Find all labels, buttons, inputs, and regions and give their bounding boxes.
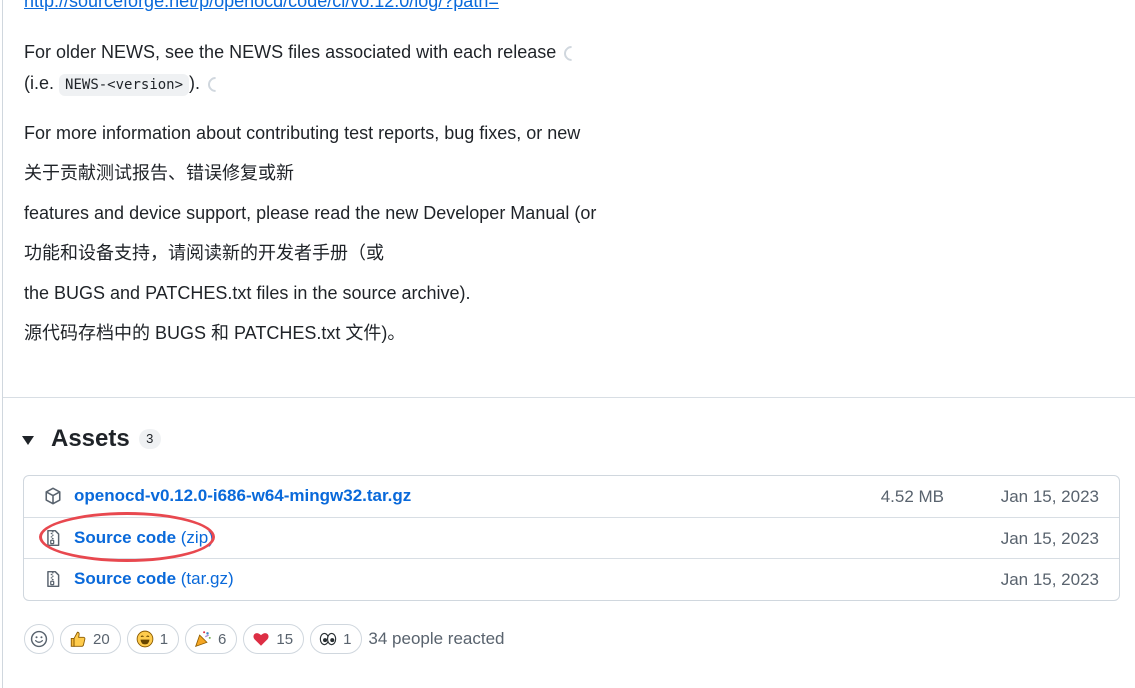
section-divider [3, 397, 1135, 398]
smiley-icon [30, 630, 48, 648]
asset-date: Jan 15, 2023 [1000, 487, 1099, 506]
loading-spinner-icon [561, 42, 583, 64]
eyes-icon [319, 632, 337, 646]
source-code-targz-link[interactable]: Source code (tar.gz) [74, 569, 234, 589]
assets-list: openocd-v0.12.0-i686-w64-mingw32.tar.gz … [23, 475, 1120, 601]
news-suffix: ). [189, 73, 201, 93]
news-version-code: NEWS-<version> [59, 74, 190, 96]
package-icon [45, 487, 61, 505]
asset-date: Jan 15, 2023 [1000, 570, 1099, 589]
reactions-bar: 20 1 6 15 1 34 people reacted [24, 624, 505, 654]
news-prefix: (i.e. [24, 73, 55, 93]
reactions-summary: 34 people reacted [368, 629, 505, 648]
news-paragraph-line2: (i.e. NEWS-<version>). [24, 72, 227, 96]
add-reaction-button[interactable] [24, 624, 54, 654]
asset-row: Source code (zip) Jan 15, 2023 [24, 517, 1119, 558]
asset-row: Source code (tar.gz) Jan 15, 2023 [24, 558, 1119, 601]
reaction-heart[interactable]: 15 [243, 624, 305, 654]
asset-size: 4.52 MB [880, 487, 944, 506]
news-text: For older NEWS, see the NEWS files assoc… [24, 42, 557, 62]
info-zh-2: 功能和设备支持，请阅读新的开发者手册（或 [24, 243, 384, 263]
thumbs-up-icon [70, 631, 86, 647]
loading-spinner-icon [204, 73, 227, 95]
reaction-eyes[interactable]: 1 [310, 624, 363, 654]
assets-toggle[interactable]: Assets 3 [22, 424, 161, 454]
info-zh-3: 源代码存档中的 BUGS 和 PATCHES.txt 文件)。 [24, 323, 406, 343]
reaction-count: 1 [343, 630, 352, 648]
sourceforge-log-link[interactable]: http://sourceforge.net/p/openocd/code/ci… [24, 0, 499, 12]
heart-icon [253, 633, 269, 646]
reaction-count: 15 [276, 630, 294, 648]
info-zh-1: 关于贡献测试报告、错误修复或新 [24, 163, 294, 183]
file-zip-icon [47, 529, 60, 547]
asset-link[interactable]: openocd-v0.12.0-i686-w64-mingw32.tar.gz [74, 486, 411, 506]
assets-title: Assets [51, 425, 130, 452]
file-zip-icon [47, 570, 60, 588]
asset-row: openocd-v0.12.0-i686-w64-mingw32.tar.gz … [24, 476, 1119, 517]
reaction-laugh[interactable]: 1 [126, 624, 180, 654]
triangle-down-icon [22, 436, 34, 445]
reaction-count: 20 [93, 630, 110, 648]
hooray-icon [195, 631, 211, 647]
info-en-1: For more information about contributing … [24, 123, 581, 143]
reaction-count: 6 [218, 630, 227, 648]
laugh-icon [136, 630, 154, 648]
reaction-count: 1 [159, 630, 169, 648]
info-en-3: the BUGS and PATCHES.txt files in the so… [24, 283, 471, 303]
news-paragraph-line1: For older NEWS, see the NEWS files assoc… [24, 41, 583, 64]
assets-count-badge: 3 [138, 429, 161, 449]
reaction-hooray[interactable]: 6 [185, 624, 238, 654]
asset-date: Jan 15, 2023 [1000, 529, 1099, 548]
source-code-zip-link[interactable]: Source code (zip) [74, 528, 214, 548]
reaction-thumbs-up[interactable]: 20 [60, 624, 121, 654]
info-en-2: features and device support, please read… [24, 203, 597, 223]
